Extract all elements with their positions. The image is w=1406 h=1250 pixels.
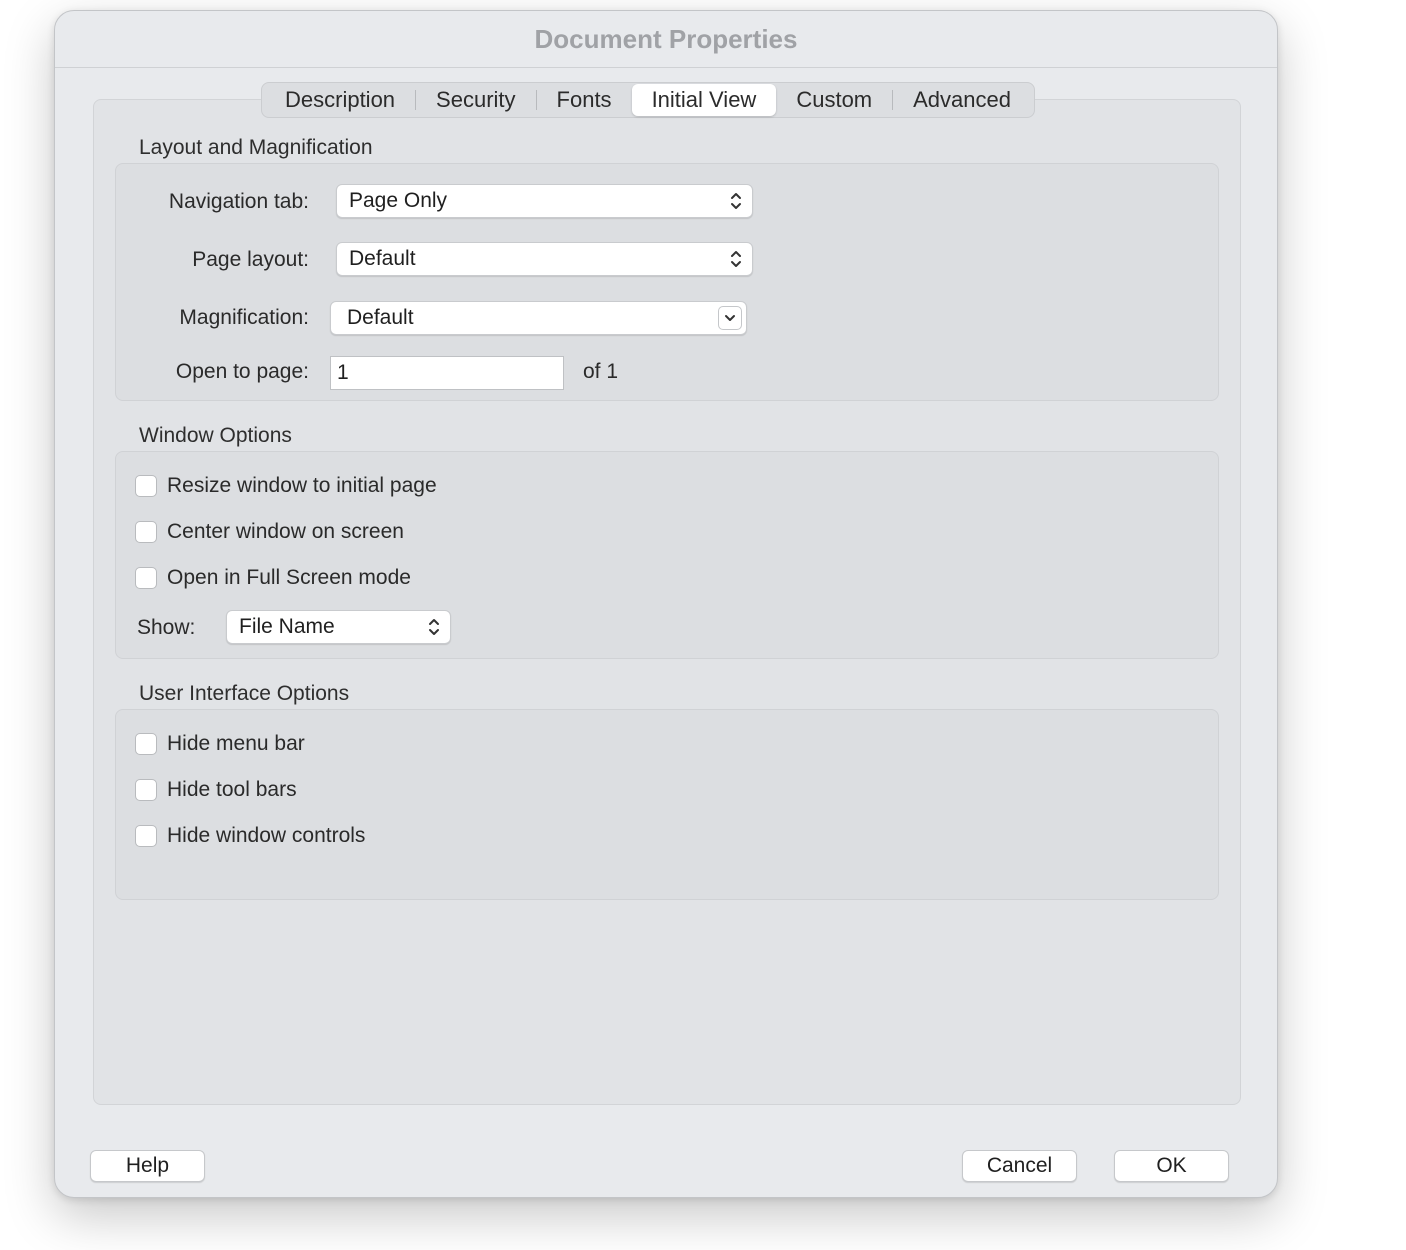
navigation-tab-value: Page Only [349,189,448,212]
ui-options-heading: User Interface Options [139,682,350,705]
help-button[interactable]: Help [90,1150,205,1182]
hide-menu-bar-checkbox[interactable] [135,733,157,755]
chevron-down-icon [725,315,735,321]
page-layout-value: Default [349,247,416,270]
layout-magnification-heading: Layout and Magnification [139,136,373,159]
center-window-option[interactable]: Center window on screen [135,520,404,544]
window-title: Document Properties [534,23,798,54]
hide-tool-bars-checkbox[interactable] [135,779,157,801]
ok-button[interactable]: OK [1114,1150,1229,1182]
tab-description[interactable]: Description [265,84,415,116]
resize-window-checkbox[interactable] [135,475,157,497]
resize-window-option[interactable]: Resize window to initial page [135,474,437,498]
magnification-value: Default [347,306,414,329]
show-value: File Name [239,615,335,638]
title-bar: Document Properties [55,11,1277,68]
page-layout-label: Page layout: [192,248,309,271]
hide-tool-bars-label: Hide tool bars [167,778,297,801]
full-screen-checkbox[interactable] [135,567,157,589]
hide-menu-bar-label: Hide menu bar [167,732,305,755]
tab-security[interactable]: Security [416,84,535,116]
document-properties-dialog: Document Properties Description Security… [54,10,1278,1198]
navigation-tab-label: Navigation tab: [168,190,309,213]
up-down-chevron-icon [731,193,741,209]
magnification-combo[interactable]: Default [330,301,747,335]
cancel-button[interactable]: Cancel [962,1150,1077,1182]
resize-window-label: Resize window to initial page [167,474,437,497]
magnification-label: Magnification: [179,306,309,329]
tab-custom[interactable]: Custom [776,84,892,116]
hide-menu-bar-option[interactable]: Hide menu bar [135,732,305,756]
tab-fonts[interactable]: Fonts [537,84,632,116]
page-count-text: of 1 [583,360,619,383]
tab-initial-view[interactable]: Initial View [631,84,777,116]
show-popup[interactable]: File Name [226,610,451,644]
up-down-chevron-icon [429,619,439,635]
page-layout-popup[interactable]: Default [336,242,753,276]
navigation-tab-popup[interactable]: Page Only [336,184,753,218]
up-down-chevron-icon [731,251,741,267]
center-window-checkbox[interactable] [135,521,157,543]
hide-tool-bars-option[interactable]: Hide tool bars [135,778,297,802]
hide-window-controls-option[interactable]: Hide window controls [135,824,365,848]
open-to-page-label: Open to page: [175,360,309,383]
tab-advanced[interactable]: Advanced [893,84,1031,116]
magnification-dropdown-button[interactable] [718,306,742,330]
hide-window-controls-checkbox[interactable] [135,825,157,847]
show-label: Show: [137,616,196,639]
open-to-page-input[interactable] [330,356,564,390]
hide-window-controls-label: Hide window controls [167,824,366,847]
center-window-label: Center window on screen [167,520,404,543]
full-screen-option[interactable]: Open in Full Screen mode [135,566,411,590]
window-options-heading: Window Options [139,424,292,447]
tab-bar: Description Security Fonts Initial View … [261,82,1035,118]
full-screen-label: Open in Full Screen mode [167,566,411,589]
